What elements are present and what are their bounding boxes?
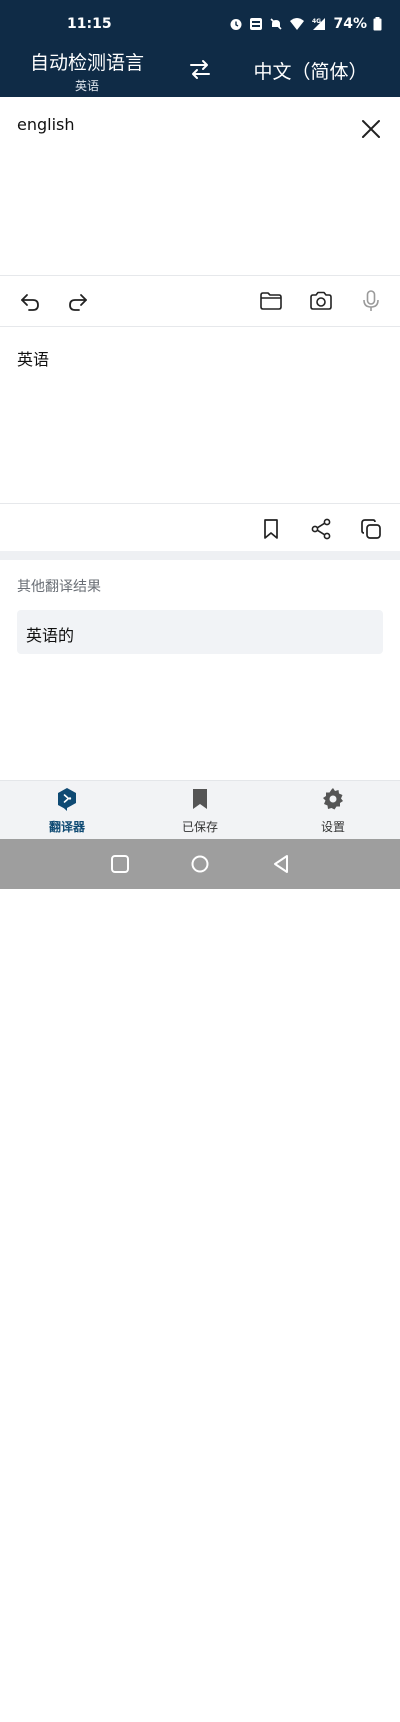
input-toolbar <box>0 275 400 327</box>
watermark-url: www.kkx.net <box>314 1712 373 1722</box>
nav-saved[interactable]: 已保存 <box>150 787 250 835</box>
bottom-navigation: 翻译器 已保存 设置 <box>0 780 400 840</box>
status-icons: 4G 74% <box>229 16 382 32</box>
nav-translator[interactable]: 翻译器 <box>17 787 117 835</box>
system-navigation-bar: KK下载 www.kkx.net <box>0 839 400 1722</box>
nav-settings-label: 设置 <box>320 820 345 834</box>
translator-icon <box>58 788 76 811</box>
svg-text:4G: 4G <box>312 18 321 25</box>
nav-translator-label: 翻译器 <box>48 820 85 834</box>
folder-icon[interactable] <box>259 289 283 313</box>
alternatives-title: 其他翻译结果 <box>17 579 101 595</box>
camera-icon[interactable] <box>309 289 333 313</box>
source-text-area[interactable]: english <box>0 97 400 275</box>
nav-settings[interactable]: 设置 <box>283 787 383 835</box>
section-divider <box>0 551 400 560</box>
undo-button[interactable] <box>18 289 42 313</box>
battery-percent: 74% <box>333 16 367 32</box>
status-time: 11:15 <box>67 16 112 32</box>
gear-icon <box>323 788 343 810</box>
home-button[interactable] <box>190 854 210 874</box>
signal-icon: 4G <box>312 18 326 30</box>
microphone-icon[interactable] <box>359 289 383 313</box>
share-button[interactable] <box>309 517 333 541</box>
alternative-translation-item[interactable]: 英语的 <box>17 610 383 654</box>
source-language-selector[interactable]: 自动检测语言 英语 <box>22 48 152 94</box>
output-toolbar <box>0 503 400 552</box>
wifi-icon <box>290 18 305 30</box>
bookmark-button[interactable] <box>259 517 283 541</box>
nav-saved-label: 已保存 <box>181 820 218 834</box>
alarm-icon <box>230 19 242 30</box>
swap-languages-button[interactable] <box>187 56 213 82</box>
detected-language-label: 英语 <box>74 79 99 93</box>
status-bar: 11:15 4G 74% <box>0 14 400 36</box>
source-language-label: 自动检测语言 <box>29 52 144 74</box>
target-language-selector[interactable]: 中文（简体） <box>248 57 373 84</box>
alternative-translation-text: 英语的 <box>26 626 75 645</box>
app-header: 11:15 4G 74% 自动检测语言 英语 中文（简体） <box>0 0 400 97</box>
mute-icon <box>270 18 283 30</box>
volte-icon <box>250 18 263 30</box>
source-text[interactable]: english <box>17 115 75 134</box>
back-button[interactable] <box>272 854 292 874</box>
copy-button[interactable] <box>359 517 383 541</box>
battery-icon <box>373 17 382 31</box>
clear-text-button[interactable] <box>359 117 383 141</box>
translation-output-area: 英语 <box>0 326 400 504</box>
recents-button[interactable] <box>110 854 130 874</box>
translation-text[interactable]: 英语 <box>17 346 49 370</box>
bookmark-icon <box>193 789 207 809</box>
redo-button[interactable] <box>66 289 90 313</box>
